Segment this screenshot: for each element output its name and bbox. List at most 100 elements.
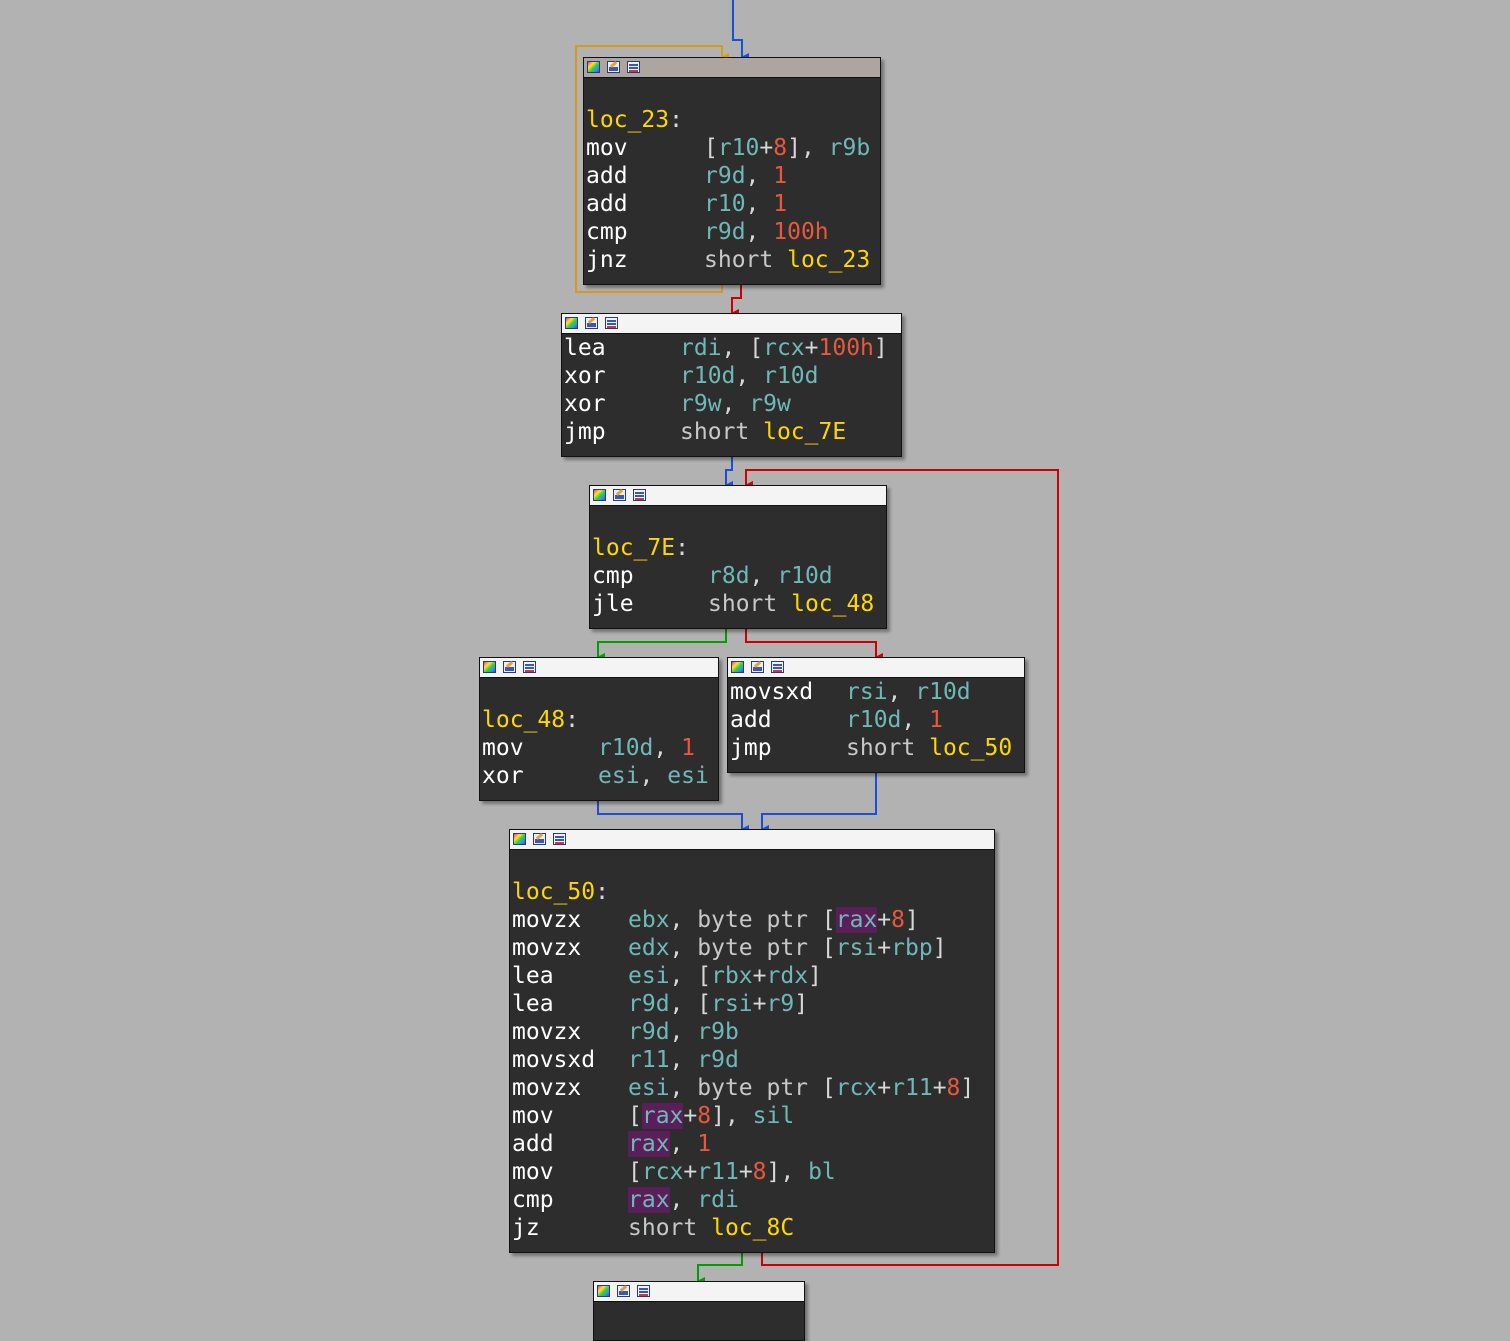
node-header[interactable]: [480, 658, 718, 678]
edit-node-icon[interactable]: [751, 661, 764, 673]
graph-color-icon[interactable]: [483, 661, 496, 673]
node-list-icon[interactable]: [771, 661, 784, 673]
operand-register[interactable]: r11: [628, 1047, 670, 1073]
operand-register[interactable]: rcx: [763, 335, 805, 361]
label-name[interactable]: loc_23: [586, 107, 669, 133]
node-list-icon[interactable]: [605, 317, 618, 329]
instruction-line[interactable]: mov [rax+8], sil: [512, 1102, 994, 1130]
operand-register[interactable]: r9b: [697, 1019, 739, 1045]
label-name[interactable]: loc_48: [482, 707, 565, 733]
instruction-line[interactable]: jmp short loc_50: [730, 734, 1024, 762]
operand-register[interactable]: bl: [808, 1159, 836, 1185]
node-list-icon[interactable]: [523, 661, 536, 673]
instruction-line[interactable]: movzx r9d, r9b: [512, 1018, 994, 1046]
operand-register[interactable]: r9: [767, 991, 795, 1017]
instruction-line[interactable]: movsxd r11, r9d: [512, 1046, 994, 1074]
code-label[interactable]: loc_23:: [586, 106, 880, 134]
node-loc-8c[interactable]: [593, 1281, 805, 1341]
node-header[interactable]: [590, 486, 886, 506]
node-header[interactable]: [562, 314, 901, 334]
operand-register[interactable]: esi: [628, 1075, 670, 1101]
node-setup[interactable]: lea rdi, [rcx+100h] xor r10d, r10d xor r9w, r…: [561, 313, 902, 457]
operand-register-highlight[interactable]: rax: [641, 1103, 684, 1129]
instruction-line[interactable]: jle short loc_48: [592, 590, 886, 618]
graph-color-icon[interactable]: [565, 317, 578, 329]
operand-register[interactable]: r9d: [628, 991, 670, 1017]
graph-color-icon[interactable]: [731, 661, 744, 673]
operand-register[interactable]: ebx: [628, 907, 670, 933]
operand-register[interactable]: rdi: [697, 1187, 739, 1213]
instruction-line[interactable]: jnz short loc_23: [586, 246, 880, 274]
operand-register[interactable]: r10d: [763, 363, 818, 389]
operand-label-ref[interactable]: loc_8C: [711, 1215, 794, 1241]
operand-register[interactable]: rbp: [891, 935, 933, 961]
node-list-icon[interactable]: [627, 61, 640, 73]
operand-register[interactable]: rdi: [680, 335, 722, 361]
instruction-line[interactable]: cmp r9d, 100h: [586, 218, 880, 246]
operand-register[interactable]: rcx: [836, 1075, 878, 1101]
operand-label-ref[interactable]: loc_50: [929, 735, 1012, 761]
node-loc-48[interactable]: loc_48: mov r10d, 1 xor esi, esi: [479, 657, 719, 801]
operand-register[interactable]: r10d: [915, 679, 970, 705]
edit-node-icon[interactable]: [503, 661, 516, 673]
operand-register[interactable]: r9d: [628, 1019, 670, 1045]
instruction-line[interactable]: movzx ebx, byte ptr [rax+8]: [512, 906, 994, 934]
operand-register[interactable]: r9d: [704, 163, 746, 189]
node-loc-23[interactable]: loc_23: mov [r10+8], r9b add r9d, 1 add r10, 1…: [583, 57, 881, 285]
operand-register[interactable]: sil: [753, 1103, 795, 1129]
instruction-line[interactable]: xor r10d, r10d: [564, 362, 901, 390]
instruction-line[interactable]: movzx edx, byte ptr [rsi+rbp]: [512, 934, 994, 962]
instruction-line[interactable]: mov [rcx+r11+8], bl: [512, 1158, 994, 1186]
graph-color-icon[interactable]: [593, 489, 606, 501]
code-label[interactable]: loc_50:: [512, 878, 994, 906]
operand-register[interactable]: r9d: [704, 219, 746, 245]
operand-register[interactable]: r10d: [680, 363, 735, 389]
instruction-line[interactable]: cmp rax, rdi: [512, 1186, 994, 1214]
node-header[interactable]: [510, 830, 994, 850]
operand-register[interactable]: rcx: [642, 1159, 684, 1185]
operand-label-ref[interactable]: loc_48: [791, 591, 874, 617]
operand-label-ref[interactable]: loc_7E: [763, 419, 846, 445]
node-increment[interactable]: movsxd rsi, r10d add r10d, 1 jmp short loc_50: [727, 657, 1025, 773]
code-label[interactable]: loc_7E:: [592, 534, 886, 562]
edit-node-icon[interactable]: [533, 833, 546, 845]
operand-register[interactable]: r9w: [680, 391, 722, 417]
operand-register[interactable]: rdx: [767, 963, 809, 989]
instruction-line[interactable]: movsxd rsi, r10d: [730, 678, 1024, 706]
operand-register[interactable]: r9d: [697, 1047, 739, 1073]
operand-register[interactable]: r11: [697, 1159, 739, 1185]
label-name[interactable]: loc_7E: [592, 535, 675, 561]
instruction-line[interactable]: mov r10d, 1: [482, 734, 718, 762]
instruction-line[interactable]: xor esi, esi: [482, 762, 718, 790]
operand-register[interactable]: r8d: [708, 563, 750, 589]
instruction-line[interactable]: movzx esi, byte ptr [rcx+r11+8]: [512, 1074, 994, 1102]
edit-node-icon[interactable]: [585, 317, 598, 329]
operand-register[interactable]: esi: [628, 963, 670, 989]
operand-register[interactable]: r10: [718, 135, 760, 161]
operand-register[interactable]: rsi: [836, 935, 878, 961]
edit-node-icon[interactable]: [607, 61, 620, 73]
operand-register[interactable]: r10: [704, 191, 746, 217]
operand-register[interactable]: r9b: [829, 135, 871, 161]
node-list-icon[interactable]: [633, 489, 646, 501]
graph-color-icon[interactable]: [513, 833, 526, 845]
operand-label-ref[interactable]: loc_23: [787, 247, 870, 273]
graph-color-icon[interactable]: [597, 1285, 610, 1297]
node-list-icon[interactable]: [637, 1285, 650, 1297]
edit-node-icon[interactable]: [617, 1285, 630, 1297]
operand-register[interactable]: esi: [667, 763, 709, 789]
instruction-line[interactable]: cmp r8d, r10d: [592, 562, 886, 590]
operand-register-highlight[interactable]: rax: [628, 1131, 670, 1157]
operand-register[interactable]: r10d: [846, 707, 901, 733]
instruction-line[interactable]: mov [r10+8], r9b: [586, 134, 880, 162]
operand-register[interactable]: rsi: [846, 679, 888, 705]
instruction-line[interactable]: add rax, 1: [512, 1130, 994, 1158]
instruction-line[interactable]: jmp short loc_7E: [564, 418, 901, 446]
node-header[interactable]: [584, 58, 880, 78]
operand-register[interactable]: rbx: [711, 963, 753, 989]
operand-register[interactable]: r11: [891, 1075, 933, 1101]
node-list-icon[interactable]: [553, 833, 566, 845]
operand-register-highlight[interactable]: rax: [835, 907, 878, 933]
operand-register[interactable]: r10d: [598, 735, 653, 761]
operand-register[interactable]: rsi: [711, 991, 753, 1017]
